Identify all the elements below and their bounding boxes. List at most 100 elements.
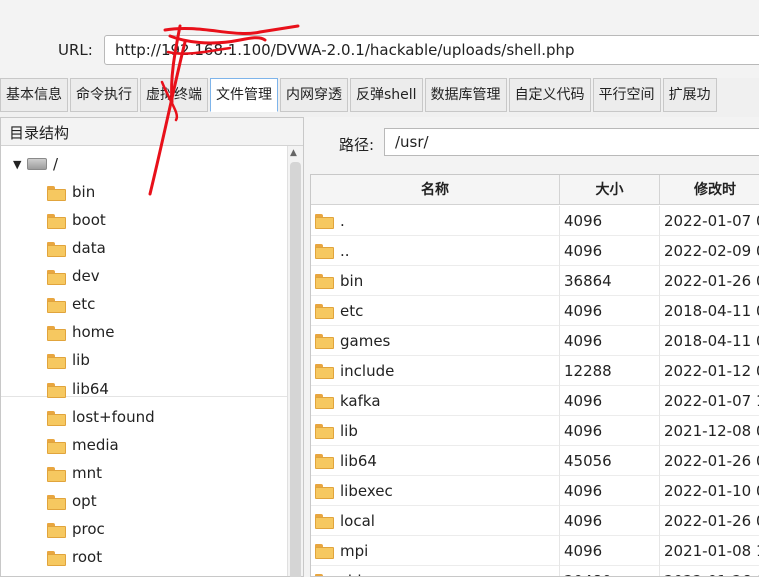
file-size-cell: 4096 [560,295,660,326]
expand-arrow-icon[interactable]: ▼ [13,158,27,171]
tree-divider [1,396,288,397]
table-row[interactable]: etc 4096 2018-04-11 0 [311,295,759,326]
file-name-cell[interactable]: bin [311,265,560,296]
file-name-cell[interactable]: lib64 [311,445,560,476]
tree-item[interactable]: lib64 [47,375,109,403]
file-name-cell[interactable]: kafka [311,385,560,416]
file-name-cell[interactable]: .. [311,235,560,266]
tab-0[interactable]: 基本信息 [0,78,68,112]
file-panel: 路径: /usr/ 名称 大小 修改时 . 4096 2022-01-07 0.. 4… [304,117,759,577]
file-name: bin [340,271,364,290]
file-modified-cell: 2018-04-11 0 [660,326,759,356]
file-modified-cell: 2021-01-08 1 [660,536,759,566]
path-label: 路径: [339,136,375,154]
file-size-cell: 4096 [560,505,660,536]
file-name: libexec [340,481,393,500]
file-name-cell[interactable]: mpi [311,535,560,566]
function-tabs: 基本信息 命令执行 虚拟终端 文件管理 内网穿透 反弹shell 数据库管理 自定义代码 平行空… [0,78,759,114]
folder-icon [47,466,66,482]
table-row[interactable]: local 4096 2022-01-26 0 [311,505,759,536]
url-input[interactable]: http://192.168.1.100/DVWA-2.0.1/hackable… [104,35,759,65]
table-row[interactable]: sbin 204802022-01-26 0 [311,565,759,576]
table-row[interactable]: include 12288 2022-01-12 0 [311,355,759,386]
table-row[interactable]: kafka 4096 2022-01-07 1 [311,385,759,416]
file-size-cell: 4096 [560,235,660,266]
tab-5[interactable]: 反弹shell [350,78,423,112]
table-row[interactable]: libexec 4096 2022-01-10 0 [311,475,759,506]
file-size-cell: 12288 [560,355,660,386]
folder-icon [47,241,66,257]
file-name-cell[interactable]: . [311,205,560,236]
tree-item-label: mnt [72,464,102,482]
folder-icon [47,410,66,426]
tree-item[interactable]: lost+found [47,403,155,431]
folder-icon [47,325,66,341]
tab-9[interactable]: 扩展功 [662,78,717,112]
folder-icon [47,185,66,201]
tree-item[interactable]: root [47,543,102,571]
file-name-cell[interactable]: lib [311,415,560,446]
tree-item[interactable]: mnt [47,459,102,487]
file-size-cell: 4096 [560,475,660,506]
tab-4[interactable]: 内网穿透 [280,78,348,112]
tree-item[interactable]: opt [47,487,97,515]
file-name-cell[interactable]: games [311,325,560,356]
tree-item[interactable]: media [47,431,119,459]
tree-scrollbar-thumb[interactable] [290,162,301,577]
tree-item[interactable]: dev [47,262,100,290]
tree-item[interactable]: home [47,318,115,346]
tree-item-label: boot [72,211,106,229]
tree-item[interactable]: proc [47,515,105,543]
tab-3[interactable]: 文件管理 [210,78,278,112]
file-size-cell: 4096 [560,385,660,416]
folder-icon [315,334,334,349]
tree-item[interactable]: data [47,234,106,262]
column-header-size[interactable]: 大小 [560,175,660,205]
folder-icon [315,394,334,409]
file-name-cell[interactable]: include [311,355,560,386]
webshell-manager-window: URL: http://192.168.1.100/DVWA-2.0.1/hac… [0,0,759,577]
table-row[interactable]: lib64 45056 2022-01-26 0 [311,445,759,476]
tree-item[interactable]: etc [47,290,95,318]
tab-6[interactable]: 数据库管理 [424,78,507,112]
file-name-cell[interactable]: sbin [311,565,560,576]
file-modified-cell: 2022-01-10 0 [660,476,759,506]
file-name-cell[interactable]: local [311,505,560,536]
tree-item-label: home [72,323,115,341]
tree-root-node[interactable]: ▼ / [13,150,58,178]
table-row[interactable]: lib 4096 2021-12-08 0 [311,415,759,446]
scroll-up-icon[interactable]: ▲ [290,148,297,158]
file-name: include [340,361,395,380]
tab-8[interactable]: 平行空间 [592,78,661,112]
tab-2[interactable]: 虚拟终端 [140,78,208,112]
column-header-name[interactable]: 名称 [311,175,560,205]
folder-icon [47,382,66,398]
tree-item[interactable]: bin [47,178,95,206]
file-name: kafka [340,391,381,410]
tree-scrollbar[interactable]: ▲ [287,146,303,577]
tree-item[interactable]: boot [47,206,106,234]
file-name-cell[interactable]: libexec [311,475,560,506]
tree-item-label: lost+found [72,408,155,426]
folder-icon [315,454,334,469]
tab-1[interactable]: 命令执行 [70,78,138,112]
table-row[interactable]: mpi 4096 2021-01-08 1 [311,535,759,566]
file-modified-cell: 2022-01-26 0 [660,446,759,476]
tree-item-label: bin [72,183,96,201]
folder-icon [47,353,66,369]
table-row[interactable]: games 4096 2018-04-11 0 [311,325,759,356]
table-row[interactable]: bin 36864 2022-01-26 0 [311,265,759,296]
tree-item[interactable]: lib [47,346,90,374]
column-header-modified[interactable]: 修改时 [660,175,759,205]
table-row[interactable]: . 4096 2022-01-07 0 [311,205,759,236]
file-size-cell: 4096 [560,205,660,236]
file-modified-cell: 2022-01-07 1 [660,386,759,416]
tree-item-label: data [72,239,106,257]
file-name: lib64 [340,451,377,470]
tree-item-label: lib64 [72,380,109,398]
table-row[interactable]: .. 4096 2022-02-09 0 [311,235,759,266]
tab-7[interactable]: 自定义代码 [508,78,591,112]
tree-item-label: root [72,548,103,566]
file-name-cell[interactable]: etc [311,295,560,326]
path-input[interactable]: /usr/ [384,128,759,156]
